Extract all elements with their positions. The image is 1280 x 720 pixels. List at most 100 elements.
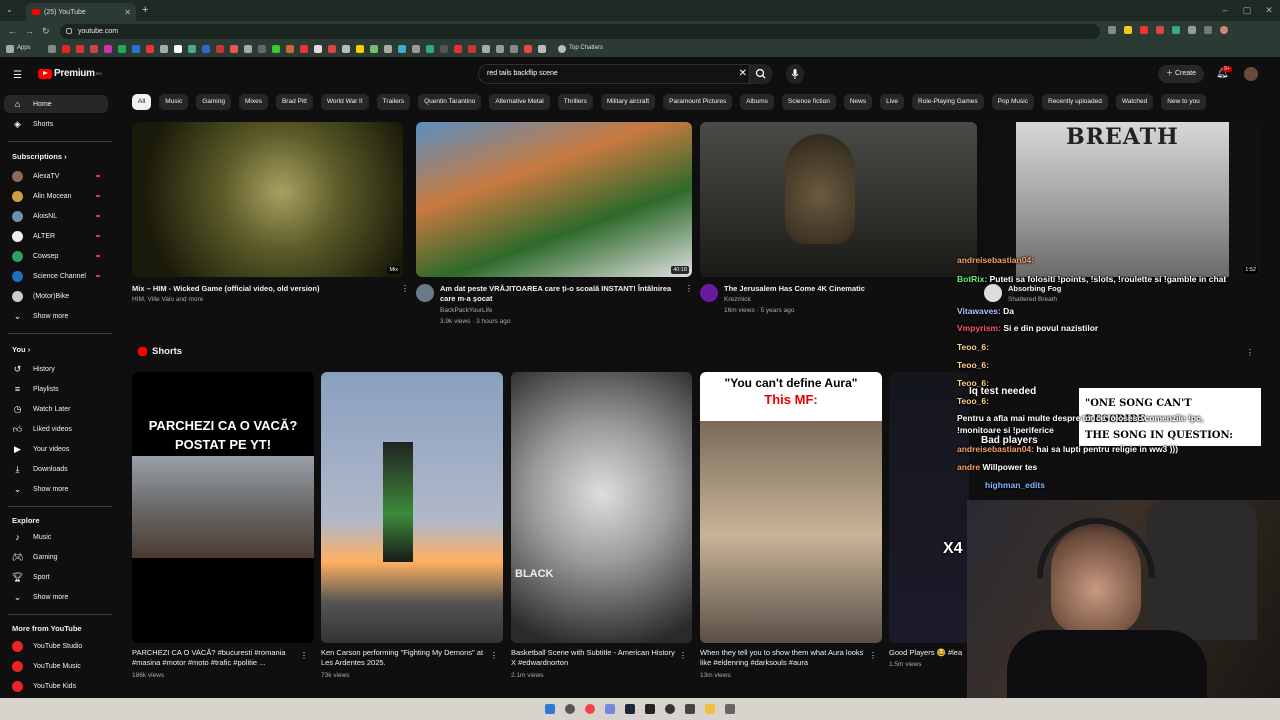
tab-search-icon[interactable]: ⌄: [6, 5, 13, 14]
chip[interactable]: News: [843, 94, 873, 110]
bookmark-icon[interactable]: [244, 45, 252, 53]
chip[interactable]: New to you: [1161, 94, 1206, 110]
bookmark-icon[interactable]: [426, 45, 434, 53]
short-title[interactable]: Basketball Scene with Subtitle - America…: [511, 648, 681, 668]
chip[interactable]: World War II: [320, 94, 369, 110]
menu-icon[interactable]: ☰: [13, 70, 22, 81]
short-title[interactable]: PARCHEZI CA O VACĂ? #bucuresti #romania …: [132, 648, 302, 668]
sidebar-item-home[interactable]: ⌂ Home: [4, 95, 108, 113]
chip[interactable]: Brad Pitt: [275, 94, 313, 110]
app-icon[interactable]: [645, 704, 655, 714]
top-chatters-bookmark[interactable]: Top Chatters: [569, 45, 603, 51]
bookmark-icon[interactable]: [118, 45, 126, 53]
extension-icon[interactable]: [1140, 26, 1148, 34]
more-options-icon[interactable]: ⋮: [685, 284, 693, 293]
profile-icon[interactable]: [1220, 26, 1228, 34]
chrome-icon[interactable]: [585, 704, 595, 714]
channel-avatar[interactable]: [700, 284, 718, 302]
voice-search-button[interactable]: [786, 64, 804, 84]
sidebar-item-your-videos[interactable]: ▶ Your videos: [4, 440, 108, 458]
sidebar-item-watch-later[interactable]: ◷ Watch Later: [4, 400, 108, 418]
site-info-icon[interactable]: [66, 28, 72, 34]
chip[interactable]: Quentin Tarantino: [418, 94, 482, 110]
video-channel[interactable]: HIM, Ville Valo and more: [132, 296, 203, 303]
chip[interactable]: Watched: [1115, 94, 1154, 110]
star-icon[interactable]: [1124, 26, 1132, 34]
chip[interactable]: Albums: [740, 94, 774, 110]
bookmark-icon[interactable]: [468, 45, 476, 53]
obs-icon[interactable]: [665, 704, 675, 714]
more-options-icon[interactable]: ⋮: [300, 651, 308, 660]
search-input[interactable]: red tails backflip scene ✕: [478, 64, 772, 84]
sidebar-item-gaming[interactable]: 🎮︎ Gaming: [4, 548, 108, 566]
bookmark-icon[interactable]: [104, 45, 112, 53]
sidebar-item-show-more[interactable]: ⌄ Show more: [4, 307, 108, 325]
bookmark-icon[interactable]: [258, 45, 266, 53]
forward-icon[interactable]: →: [25, 21, 34, 41]
chip[interactable]: Gaming: [196, 94, 231, 110]
chip[interactable]: Recently uploaded: [1042, 94, 1108, 110]
short-title[interactable]: Ken Carson performing "Fighting My Demon…: [321, 648, 491, 668]
video-thumbnail[interactable]: 40:18: [416, 122, 692, 277]
chip[interactable]: Live: [880, 94, 905, 110]
start-icon[interactable]: [545, 704, 555, 714]
close-tab-icon[interactable]: ✕: [124, 8, 131, 17]
chip[interactable]: All: [132, 94, 152, 110]
folder-icon[interactable]: [705, 704, 715, 714]
maximize-icon[interactable]: ▢: [1236, 0, 1258, 21]
you-heading[interactable]: You ›: [12, 345, 30, 354]
video-title[interactable]: Am dat peste VRĂJITOAREA care ți-o scoal…: [440, 284, 680, 304]
bookmark-icon[interactable]: [510, 45, 518, 53]
globe-icon[interactable]: [558, 45, 566, 53]
clear-search-icon[interactable]: ✕: [739, 65, 747, 83]
url-field[interactable]: youtube.com: [60, 24, 1100, 39]
apps-icon[interactable]: [6, 45, 14, 53]
bookmark-icon[interactable]: [412, 45, 420, 53]
bookmark-icon[interactable]: [496, 45, 504, 53]
bookmark-icon[interactable]: [342, 45, 350, 53]
more-options-icon[interactable]: ⋮: [490, 651, 498, 660]
sidebar-item-subscription[interactable]: AloisNL: [4, 207, 108, 225]
channel-avatar[interactable]: [416, 284, 434, 302]
sidebar-item-subscription[interactable]: Alin Mocean: [4, 187, 108, 205]
bookmark-icon[interactable]: [216, 45, 224, 53]
bookmark-icon[interactable]: [482, 45, 490, 53]
more-options-icon[interactable]: ⋮: [679, 651, 687, 660]
sidebar-item-shorts[interactable]: ◈ Shorts: [4, 115, 108, 133]
bookmark-icon[interactable]: [328, 45, 336, 53]
avatar[interactable]: [1244, 67, 1258, 81]
app-icon[interactable]: [685, 704, 695, 714]
chip[interactable]: Paramount Pictures: [663, 94, 733, 110]
chip[interactable]: Mixes: [238, 94, 268, 110]
bookmark-icon[interactable]: [356, 45, 364, 53]
sidebar-item-liked[interactable]: 👍︎ Liked videos: [4, 420, 108, 438]
back-icon[interactable]: ←: [8, 21, 17, 41]
close-window-icon[interactable]: ✕: [1258, 0, 1280, 21]
short-thumbnail[interactable]: PARCHEZI CA O VACĂ? POSTAT PE YT!: [132, 372, 314, 643]
chip[interactable]: Military aircraft: [600, 94, 656, 110]
sidebar-item-show-more[interactable]: ⌄ Show more: [4, 480, 108, 498]
bookmark-icon[interactable]: [230, 45, 238, 53]
extension-icon[interactable]: [1108, 26, 1116, 34]
bookmark-icon[interactable]: [160, 45, 168, 53]
short-thumbnail[interactable]: BLACK: [511, 372, 692, 643]
video-channel[interactable]: BackPackYourLife: [440, 307, 493, 314]
bookmark-icon[interactable]: [300, 45, 308, 53]
bookmark-icon[interactable]: [188, 45, 196, 53]
sidebar-item-downloads[interactable]: ⤓ Downloads: [4, 460, 108, 478]
bookmark-icon[interactable]: [202, 45, 210, 53]
reload-icon[interactable]: ↻: [42, 21, 50, 41]
video-title[interactable]: The Jerusalem Has Come 4K Cinematic: [724, 284, 964, 294]
sidebar-item-subscription[interactable]: AlexaTV: [4, 167, 108, 185]
sidebar-item-show-more[interactable]: ⌄ Show more: [4, 588, 108, 606]
sidebar-item-yt-kids[interactable]: YouTube Kids: [4, 677, 108, 695]
steam-icon[interactable]: [625, 704, 635, 714]
browser-tab[interactable]: (25) YouTube ✕: [26, 3, 136, 21]
video-channel[interactable]: Krezmick: [724, 296, 751, 303]
more-options-icon[interactable]: ⋮: [401, 284, 409, 293]
app-icon[interactable]: [725, 704, 735, 714]
sidebar-item-subscription[interactable]: Science Channel: [4, 267, 108, 285]
bookmark-icon[interactable]: [286, 45, 294, 53]
bookmark-icon[interactable]: [538, 45, 546, 53]
short-title[interactable]: Good Players 😂 #lea: [889, 648, 967, 658]
